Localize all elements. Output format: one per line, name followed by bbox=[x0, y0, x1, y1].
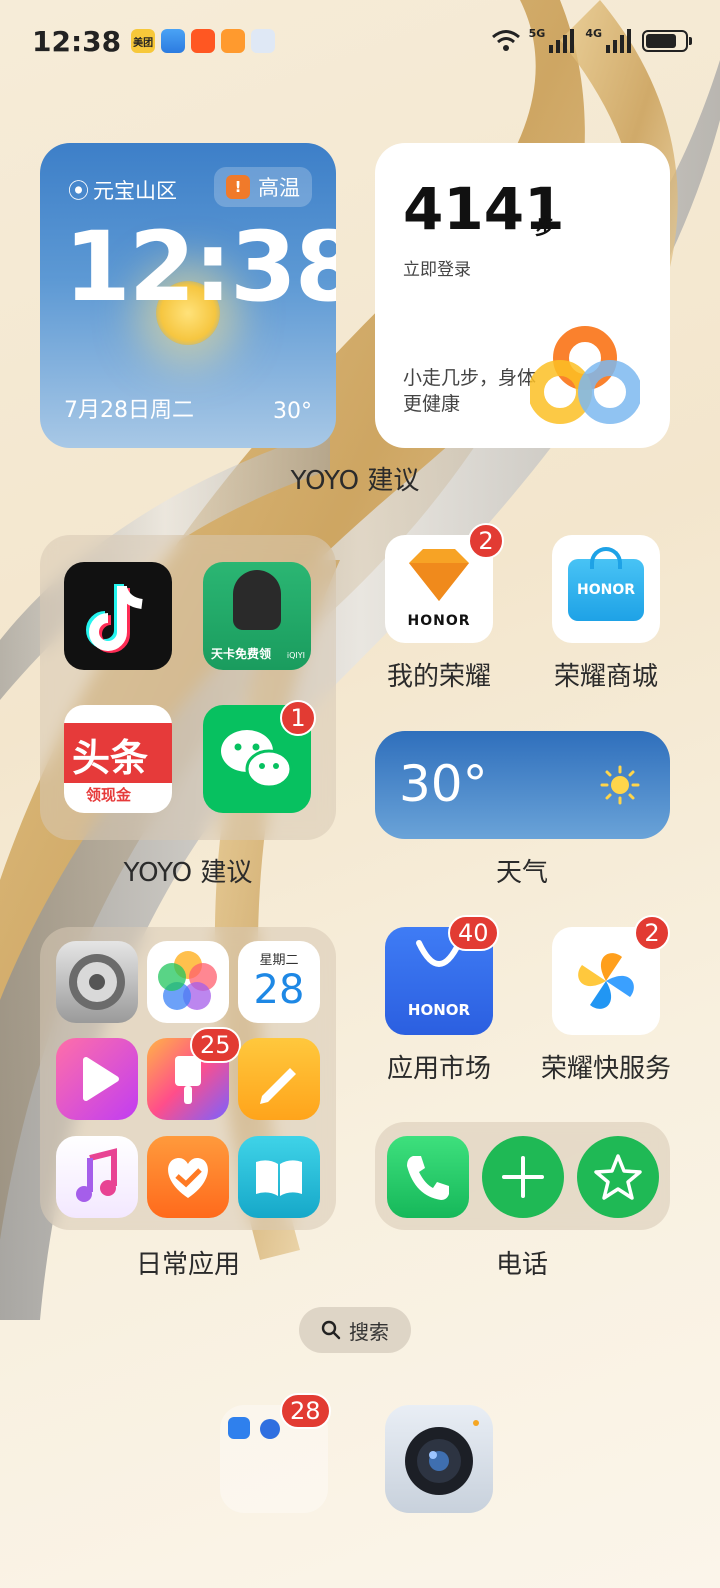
assistant-icon bbox=[251, 29, 276, 53]
phone-label: 电话 bbox=[495, 1250, 548, 1280]
daily-apps-label: 日常应用 bbox=[135, 1250, 240, 1280]
yoyo-folder-label: YOYO 建议 bbox=[123, 858, 253, 888]
iqiyi-caption: 天卡免费领 bbox=[211, 647, 272, 661]
alert-text: 高温 bbox=[258, 176, 300, 200]
honor-quick-service-badge: 2 bbox=[634, 915, 670, 951]
toutiao-app[interactable]: 头条 领现金 bbox=[64, 705, 172, 813]
widget-temperature: 30° bbox=[273, 399, 312, 424]
messages-icon bbox=[228, 1417, 250, 1439]
yoyo-suggestion-label: YOYO 建议 bbox=[290, 466, 420, 496]
heart-icon bbox=[168, 1158, 208, 1198]
favorites-app[interactable] bbox=[577, 1136, 659, 1218]
camera-app[interactable] bbox=[385, 1405, 493, 1513]
signal-icon bbox=[606, 29, 631, 53]
ticket-icon bbox=[221, 29, 246, 53]
wechat-badge: 1 bbox=[280, 700, 316, 736]
music-note-icon bbox=[76, 1148, 117, 1202]
widget-date: 7月28日周二 bbox=[64, 398, 194, 423]
health-rings-icon bbox=[530, 326, 640, 424]
weather-alert-badge[interactable]: ! 高温 bbox=[214, 167, 312, 207]
search-icon bbox=[321, 1320, 341, 1340]
app-market-brand: HONOR bbox=[407, 1001, 471, 1019]
status-clock: 12:38 bbox=[32, 24, 122, 58]
honor-store-brand: HONOR bbox=[576, 582, 636, 598]
photos-icon bbox=[158, 951, 217, 1010]
iqiyi-brand: iQIYI bbox=[286, 651, 305, 660]
step-unit: 步 bbox=[535, 215, 555, 239]
yoyo-folder[interactable]: 天卡免费领 iQIYI 头条 领现金 1 bbox=[40, 535, 336, 840]
camera-lens-icon bbox=[405, 1420, 479, 1495]
network-label-4g: 4G bbox=[585, 26, 602, 40]
status-bar: 12:38 美团 5G 4G bbox=[32, 18, 692, 64]
music-app[interactable] bbox=[56, 1136, 138, 1218]
app-market-badge: 40 bbox=[448, 915, 499, 951]
toutiao-caption: 领现金 bbox=[86, 786, 132, 804]
settings-app[interactable] bbox=[56, 941, 138, 1023]
battery-icon bbox=[642, 30, 692, 52]
gear-icon bbox=[69, 954, 125, 1010]
honor-quick-service-label: 荣耀快服务 bbox=[540, 1054, 671, 1084]
star-icon bbox=[594, 1154, 642, 1200]
weather-clock-widget[interactable]: ⦿ 元宝山区 ! 高温 12:38 7月28日周二 30° bbox=[40, 143, 336, 448]
themes-badge: 25 bbox=[190, 1027, 241, 1063]
browser-icon bbox=[260, 1419, 280, 1439]
app-market-label: 应用市场 bbox=[386, 1054, 491, 1084]
calendar-day: 28 bbox=[253, 967, 305, 1013]
location-name: 元宝山区 bbox=[93, 179, 177, 203]
avatar bbox=[233, 570, 281, 630]
location-pin-icon: ⦿ bbox=[68, 179, 89, 203]
photos-app[interactable] bbox=[147, 941, 229, 1023]
calendar-app[interactable]: 星期二 28 bbox=[238, 941, 320, 1023]
book-icon bbox=[256, 1160, 302, 1196]
add-contact-app[interactable] bbox=[482, 1136, 564, 1218]
weather-temperature: 30° bbox=[399, 755, 488, 813]
play-icon bbox=[83, 1057, 119, 1101]
network-label-5g: 5G bbox=[528, 26, 546, 40]
wifi-icon bbox=[491, 30, 520, 51]
calendar-weekday: 星期二 bbox=[259, 953, 299, 968]
douyin-app[interactable] bbox=[64, 562, 172, 670]
signal-icon bbox=[549, 29, 575, 53]
meituan-icon: 美团 bbox=[131, 29, 156, 53]
widget-clock-time: 12:38 bbox=[64, 211, 336, 323]
plus-icon bbox=[502, 1156, 544, 1198]
steps-widget[interactable]: 4141 步 立即登录 小走几步，身体更健康 bbox=[375, 143, 670, 448]
reader-app[interactable] bbox=[238, 1136, 320, 1218]
login-link[interactable]: 立即登录 bbox=[403, 255, 471, 280]
notes-app[interactable] bbox=[238, 1038, 320, 1120]
health-app[interactable] bbox=[147, 1136, 229, 1218]
phone-folder[interactable] bbox=[375, 1122, 670, 1230]
search-label: 搜索 bbox=[349, 1319, 389, 1344]
steps-tip: 小走几步，身体更健康 bbox=[403, 367, 537, 415]
iqiyi-app[interactable]: 天卡免费领 iQIYI bbox=[203, 562, 311, 670]
phone-app[interactable] bbox=[387, 1136, 469, 1218]
kuaishou-icon bbox=[191, 29, 216, 53]
honor-store-app[interactable]: HONOR bbox=[552, 535, 660, 643]
sun-icon bbox=[600, 765, 640, 805]
phone-icon bbox=[407, 1156, 449, 1200]
toutiao-title: 头条 bbox=[72, 736, 149, 780]
my-honor-label: 我的荣耀 bbox=[386, 662, 491, 692]
video-app[interactable] bbox=[56, 1038, 138, 1120]
weather-widget[interactable]: 30° bbox=[375, 731, 670, 839]
weather-label: 天气 bbox=[495, 858, 548, 888]
weather-mini-icon bbox=[161, 29, 186, 53]
warning-icon: ! bbox=[226, 175, 250, 199]
honor-store-label: 荣耀商城 bbox=[553, 662, 658, 692]
location: ⦿ 元宝山区 bbox=[68, 175, 177, 205]
honor-brand: HONOR bbox=[407, 613, 471, 629]
search-button[interactable]: 搜索 bbox=[299, 1307, 411, 1353]
daily-apps-folder[interactable]: 星期二 28 25 bbox=[40, 927, 336, 1230]
pencil-icon bbox=[260, 1068, 296, 1104]
my-honor-badge: 2 bbox=[468, 523, 504, 559]
douyin-icon bbox=[86, 584, 143, 653]
dock-folder-badge: 28 bbox=[280, 1393, 331, 1429]
